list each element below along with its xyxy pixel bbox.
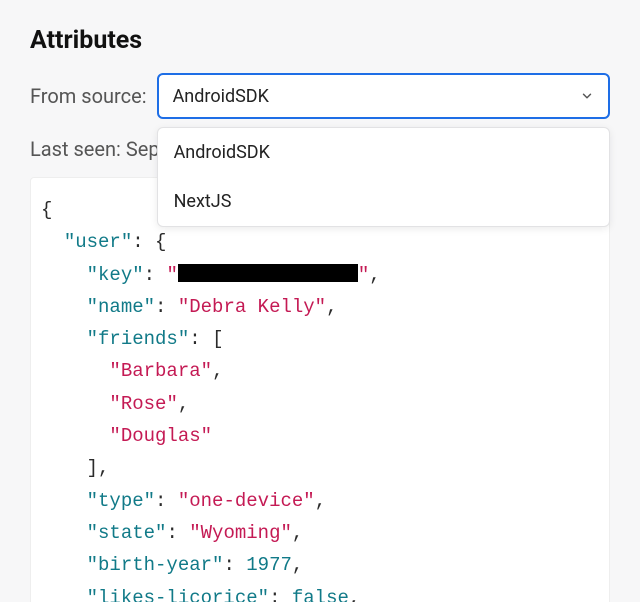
source-option-nextjs[interactable]: NextJS bbox=[158, 177, 609, 226]
source-select-value: AndroidSDK bbox=[173, 86, 269, 107]
source-option-androidsdk[interactable]: AndroidSDK bbox=[158, 128, 609, 177]
from-source-label: From source: bbox=[30, 84, 147, 108]
source-dropdown: AndroidSDK NextJS bbox=[157, 127, 610, 227]
redacted-key bbox=[178, 264, 358, 282]
page-title: Attributes bbox=[30, 26, 610, 55]
chevron-down-icon bbox=[580, 89, 594, 103]
json-code: { "user": { "key": "", "name": "Debra Ke… bbox=[41, 194, 599, 602]
json-viewer: { "user": { "key": "", "name": "Debra Ke… bbox=[30, 177, 610, 602]
source-select[interactable]: AndroidSDK bbox=[157, 73, 610, 119]
